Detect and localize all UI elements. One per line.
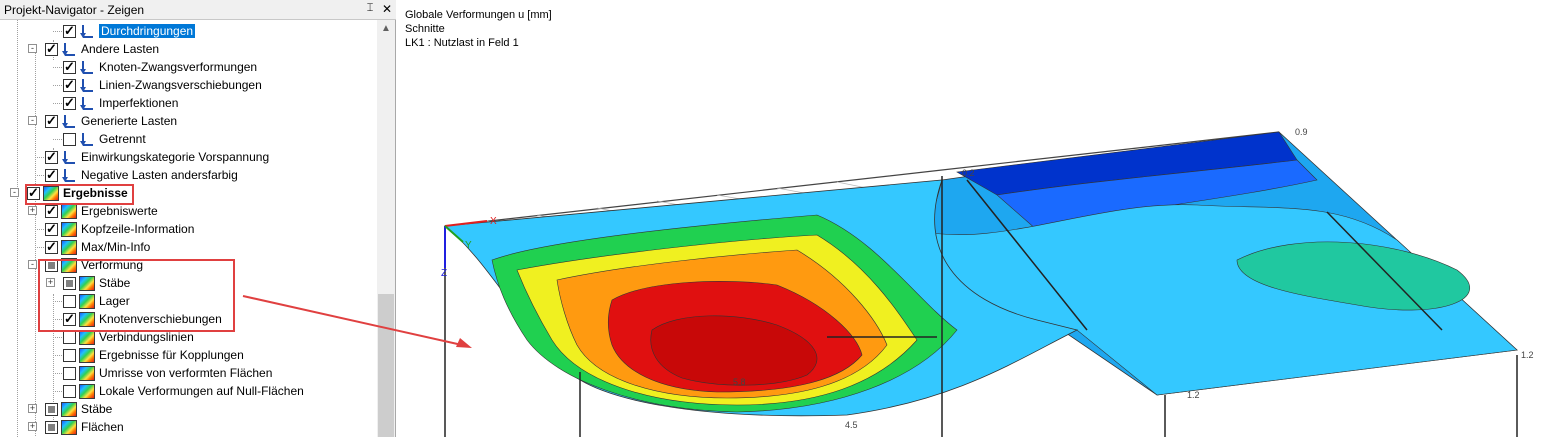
results-icon <box>79 330 95 345</box>
expand-toggle-icon[interactable]: + <box>28 422 37 431</box>
tree-item[interactable]: Ergebnisse für Kopplungen <box>0 346 377 364</box>
results-icon <box>61 222 77 237</box>
value-label: 0.2 <box>962 168 975 178</box>
load-arrow-icon <box>61 42 77 57</box>
collapse-toggle-icon[interactable]: - <box>28 116 37 125</box>
value-label: 1.2 <box>1521 350 1534 360</box>
load-arrow-icon <box>79 96 95 111</box>
tree-item-label: Flächen <box>81 420 124 434</box>
tree-checkbox[interactable] <box>63 331 76 344</box>
tree-item[interactable]: Einwirkungskategorie Vorspannung <box>0 148 377 166</box>
tree-checkbox[interactable] <box>63 95 76 111</box>
tree-checkbox[interactable] <box>45 41 58 57</box>
tree-item-label: Durchdringungen <box>99 24 196 38</box>
value-label: 4.5 <box>845 420 858 430</box>
tree-item[interactable]: + Stäbe <box>0 400 377 418</box>
results-icon <box>61 420 77 435</box>
load-arrow-icon <box>61 114 77 129</box>
tree-item-label: Ergebniswerte <box>81 204 158 218</box>
tree-item[interactable]: Max/Min-Info <box>0 238 377 256</box>
model-viewport[interactable]: Globale Verformungen u [mm] Schnitte LK1… <box>397 0 1552 437</box>
highlight-box-ergebnisse <box>25 184 134 205</box>
vertical-scrollbar[interactable]: ▲ <box>377 20 395 437</box>
tree-item-label: Negative Lasten andersfarbig <box>81 168 238 182</box>
tree-checkbox[interactable] <box>45 421 58 434</box>
tree-checkbox[interactable] <box>63 133 76 146</box>
collapse-toggle-icon[interactable]: - <box>28 44 37 53</box>
tree-item-label: Umrisse von verformten Flächen <box>99 366 273 380</box>
close-icon[interactable]: ✕ <box>381 2 393 16</box>
expand-toggle-icon[interactable]: + <box>28 404 37 413</box>
expand-toggle-icon[interactable]: + <box>28 206 37 215</box>
value-label: 0.9 <box>1295 127 1308 137</box>
value-label: 1.2 <box>1187 390 1200 400</box>
load-arrow-icon <box>61 150 77 165</box>
panel-title: Projekt-Navigator - Zeigen <box>4 3 145 17</box>
tree-item-label: Imperfektionen <box>99 96 179 110</box>
tree-item[interactable]: Knoten-Zwangsverformungen <box>0 58 377 76</box>
axis-x-label: X <box>490 216 497 227</box>
pin-icon[interactable]: ⌶ <box>364 2 376 16</box>
tree-item-label: Stäbe <box>81 402 113 416</box>
results-icon <box>61 204 77 219</box>
tree-item-label: Generierte Lasten <box>81 114 178 128</box>
tree-item[interactable]: Negative Lasten andersfarbig <box>0 166 377 184</box>
load-arrow-icon <box>79 24 95 39</box>
results-icon <box>61 240 77 255</box>
tree-checkbox[interactable] <box>45 113 58 129</box>
results-icon <box>61 402 77 417</box>
tree-item-label: Kopfzeile-Information <box>81 222 195 236</box>
results-icon <box>79 348 95 363</box>
tree-checkbox[interactable] <box>63 385 76 398</box>
tree-checkbox[interactable] <box>63 59 76 75</box>
tree-checkbox[interactable] <box>45 239 58 255</box>
load-arrow-icon <box>79 60 95 75</box>
scrollbar-thumb[interactable] <box>378 294 394 437</box>
panel-title-bar: Projekt-Navigator - Zeigen ⌶ ✕ <box>0 0 396 20</box>
tree-item[interactable]: Durchdringungen <box>0 22 377 40</box>
tree-item[interactable]: Linien-Zwangsverschiebungen <box>0 76 377 94</box>
tree-item-label: Einwirkungskategorie Vorspannung <box>81 150 270 164</box>
tree-item-label: Max/Min-Info <box>81 240 151 254</box>
collapse-toggle-icon[interactable]: - <box>28 260 37 269</box>
deformation-plot: X Y Z 0.9 1.2 5.8 4.5 1.2 0.2 <box>441 127 1534 437</box>
tree-item[interactable]: Getrennt <box>0 130 377 148</box>
axis-y-label: Y <box>465 240 472 251</box>
tree-item-label: Linien-Zwangsverschiebungen <box>99 78 262 92</box>
tree-item[interactable]: Kopfzeile-Information <box>0 220 377 238</box>
tree-checkbox[interactable] <box>45 167 58 183</box>
tree-item[interactable]: - Andere Lasten <box>0 40 377 58</box>
tree-item[interactable]: - Generierte Lasten <box>0 112 377 130</box>
tree-checkbox[interactable] <box>45 203 58 219</box>
tree-item[interactable]: Umrisse von verformten Flächen <box>0 364 377 382</box>
scroll-up-arrow-icon[interactable]: ▲ <box>377 20 395 38</box>
results-icon <box>79 384 95 399</box>
load-arrow-icon <box>79 78 95 93</box>
tree-item[interactable]: + Flächen <box>0 418 377 436</box>
tree-item-label: Getrennt <box>99 132 146 146</box>
tree-item[interactable]: Lokale Verformungen auf Null-Flächen <box>0 382 377 400</box>
tree-item-label: Knoten-Zwangsverformungen <box>99 60 258 74</box>
project-navigator-panel: Projekt-Navigator - Zeigen ⌶ ✕ Durchdrin… <box>0 0 396 437</box>
tree-item-label: Andere Lasten <box>81 42 160 56</box>
tree-checkbox[interactable] <box>45 403 58 416</box>
tree-item-label: Lokale Verformungen auf Null-Flächen <box>99 384 304 398</box>
value-label: 5.8 <box>733 377 746 387</box>
axis-z-label: Z <box>441 268 447 279</box>
tree-checkbox[interactable] <box>63 23 76 39</box>
tree-checkbox[interactable] <box>63 77 76 93</box>
tree-checkbox[interactable] <box>63 367 76 380</box>
load-arrow-icon <box>61 168 77 183</box>
collapse-toggle-icon[interactable]: - <box>10 188 19 197</box>
highlight-box-verformung <box>38 259 235 332</box>
navigator-tree: Durchdringungen - Andere Lasten Knoten-Zwan… <box>0 20 377 437</box>
tree-item-label: Ergebnisse für Kopplungen <box>99 348 244 362</box>
tree-item[interactable]: Imperfektionen <box>0 94 377 112</box>
load-arrow-icon <box>79 132 95 147</box>
tree-item-label: Verbindungslinien <box>99 330 194 344</box>
results-icon <box>79 366 95 381</box>
tree-checkbox[interactable] <box>63 349 76 362</box>
tree-checkbox[interactable] <box>45 149 58 165</box>
tree-checkbox[interactable] <box>45 221 58 237</box>
